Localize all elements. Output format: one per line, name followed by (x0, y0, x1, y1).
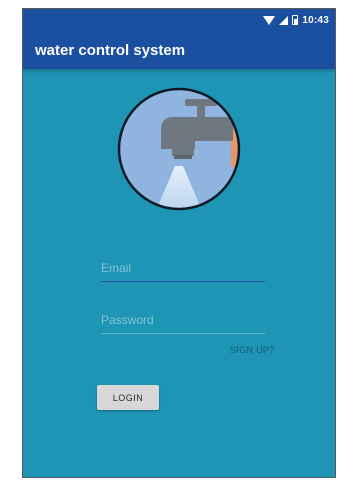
status-time: 10:43 (302, 14, 329, 26)
status-icons: 10:43 (263, 13, 329, 27)
password-field[interactable] (101, 308, 265, 334)
water-tap-icon (117, 87, 241, 211)
battery-icon (292, 15, 299, 25)
app-bar: water control system (23, 31, 335, 69)
wifi-icon (263, 15, 276, 25)
signup-link[interactable]: SIGN UP? (230, 345, 274, 355)
login-button[interactable]: LOGIN (97, 385, 159, 410)
status-bar: 10:43 (23, 9, 335, 31)
email-field[interactable] (101, 256, 265, 282)
signal-icon (279, 15, 289, 25)
phone-screen: 10:43 water control system Email SIGN UP… (22, 8, 336, 478)
app-title: water control system (35, 42, 186, 59)
